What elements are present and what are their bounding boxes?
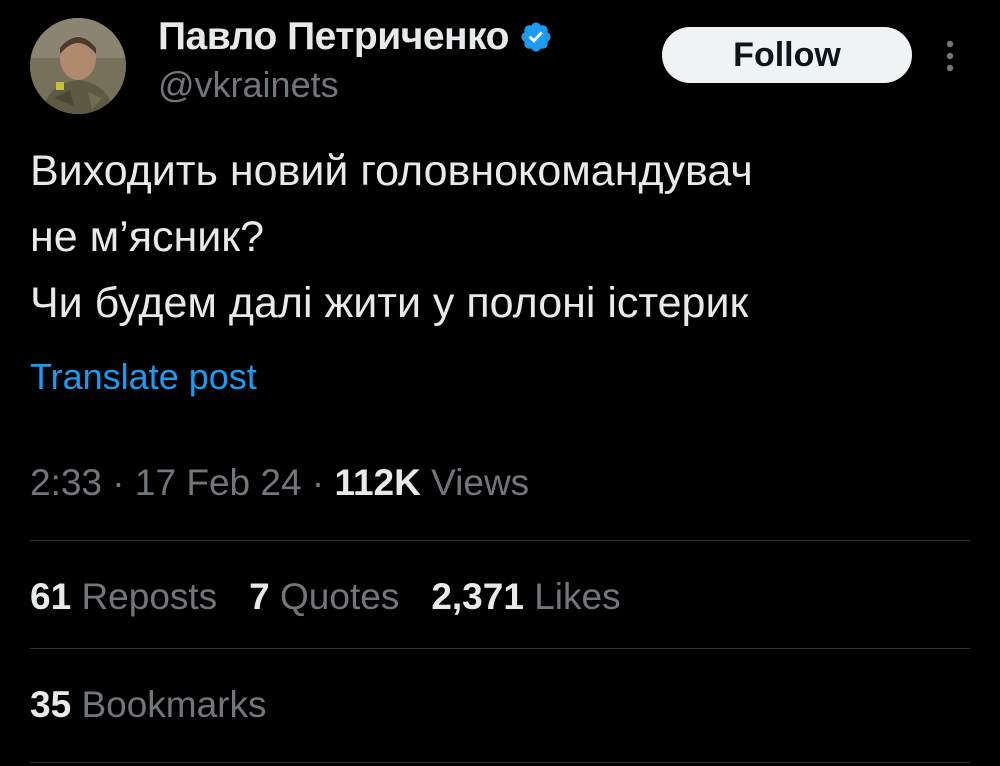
meta-separator: ·: [112, 462, 125, 503]
quotes-stat[interactable]: 7 Quotes: [249, 576, 399, 618]
quotes-count: 7: [249, 576, 270, 617]
translate-post-link[interactable]: Translate post: [30, 356, 257, 398]
post-text: Виходить новий головнокомандувач не м’яс…: [30, 147, 753, 327]
bookmarks-label: Bookmarks: [81, 684, 267, 725]
views-count: 112K: [334, 462, 421, 503]
likes-count: 2,371: [431, 576, 524, 617]
engagement-stats: 61 Reposts 7 Quotes 2,371 Likes: [30, 576, 653, 618]
author-handle[interactable]: @vkrainets: [158, 64, 339, 106]
quotes-label: Quotes: [280, 576, 400, 617]
more-vertical-icon[interactable]: [936, 38, 964, 74]
post-date[interactable]: 17 Feb 24: [135, 462, 302, 503]
divider: [30, 648, 970, 649]
post-time[interactable]: 2:33: [30, 462, 102, 503]
author-name-row: Павло Петриченко: [158, 12, 553, 62]
reposts-label: Reposts: [81, 576, 218, 617]
reposts-count: 61: [30, 576, 72, 617]
views-label: Views: [431, 462, 530, 503]
reposts-stat[interactable]: 61 Reposts: [30, 576, 217, 618]
divider: [30, 540, 970, 541]
post-meta: 2:33 · 17 Feb 24 · 112K Views: [30, 462, 529, 504]
bookmarks-stat[interactable]: 35 Bookmarks: [30, 684, 267, 726]
avatar[interactable]: [30, 18, 126, 114]
divider: [30, 762, 970, 763]
verified-badge-icon: [519, 20, 553, 54]
likes-label: Likes: [534, 576, 621, 617]
author-display-name[interactable]: Павло Петриченко: [158, 15, 509, 59]
follow-button[interactable]: Follow: [662, 27, 912, 83]
avatar-image: [30, 18, 126, 114]
meta-separator: ·: [311, 462, 325, 503]
likes-stat[interactable]: 2,371 Likes: [431, 576, 620, 618]
bookmarks-count: 35: [30, 684, 72, 725]
